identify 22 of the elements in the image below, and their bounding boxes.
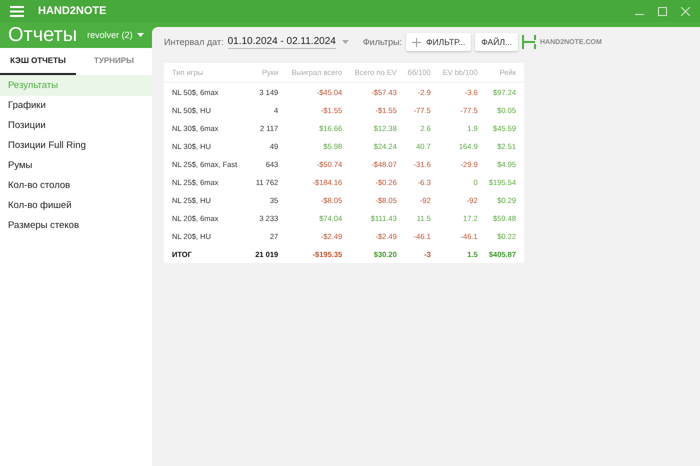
sidebar-item[interactable]: Румы [0,156,152,176]
file-button[interactable]: ФАЙЛ... [475,33,518,51]
logo-icon [522,35,536,49]
sidebar-item[interactable]: Графики [0,96,152,116]
sidebar-item[interactable]: Кол-во столов [0,176,152,196]
page-title: Отчеты [8,24,78,46]
filters-label: Фильтры: [362,37,402,47]
close-icon[interactable] [681,6,690,16]
maximize-icon[interactable] [658,6,667,16]
sidebar-item[interactable]: Размеры стеков [0,216,152,236]
tab[interactable]: ТУРНИРЫ [76,48,152,75]
sidebar-item[interactable]: Кол-во фишей [0,196,152,216]
caret-icon [136,33,144,37]
plus-icon [412,38,422,46]
date-label: Интервал дат: [164,37,224,47]
sidebar-item[interactable]: Позиции Full Ring [0,136,152,156]
date-range-dropdown[interactable]: 01.10.2024 - 02.11.2024 [228,36,336,48]
filter-button[interactable]: ФИЛЬТР... [406,33,472,51]
caret-icon[interactable] [342,40,349,44]
app-title: HAND2NOTE [38,5,106,17]
sidebar-item[interactable]: Позиции [0,116,152,136]
menu-icon[interactable] [10,6,24,16]
